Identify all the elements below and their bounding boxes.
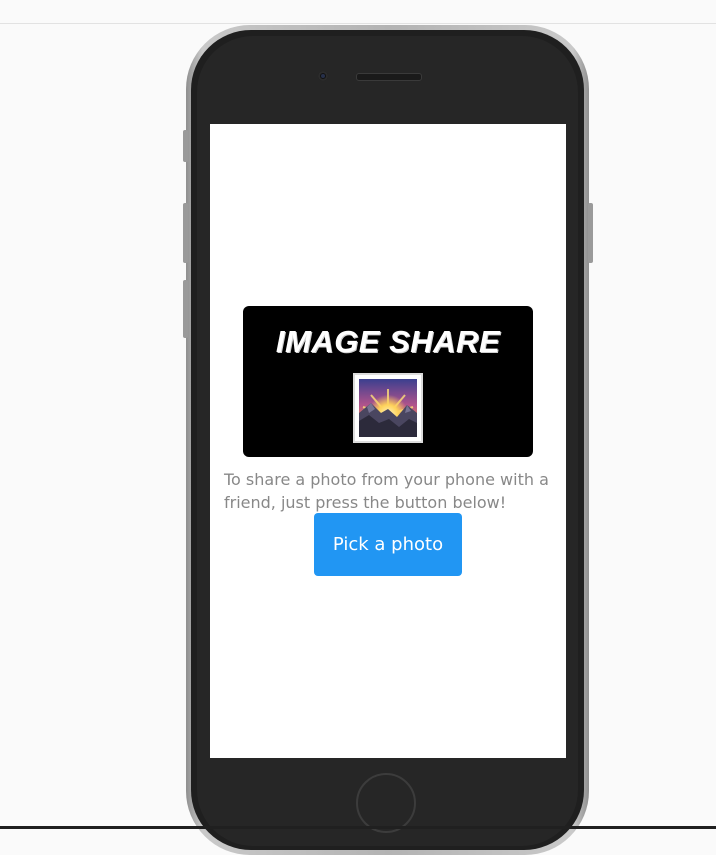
hero-title: IMAGE SHARE (275, 324, 501, 359)
pick-photo-button[interactable]: Pick a photo (314, 513, 462, 576)
description-text: To share a photo from your phone with a … (224, 470, 549, 512)
earpiece-speaker (356, 73, 422, 81)
hero-logo: IMAGE SHARE (243, 306, 533, 457)
volume-down-button (183, 280, 188, 338)
sunrise-over-mountains-icon (353, 373, 423, 443)
phone-screen: IMAGE SHARE To share a photo from your p… (210, 124, 566, 758)
power-button (588, 203, 593, 263)
front-camera-icon (318, 71, 328, 81)
top-divider (0, 23, 716, 24)
mute-switch (183, 130, 188, 162)
home-button (356, 773, 416, 833)
volume-up-button (183, 203, 188, 263)
pick-photo-button-label: Pick a photo (332, 534, 444, 555)
